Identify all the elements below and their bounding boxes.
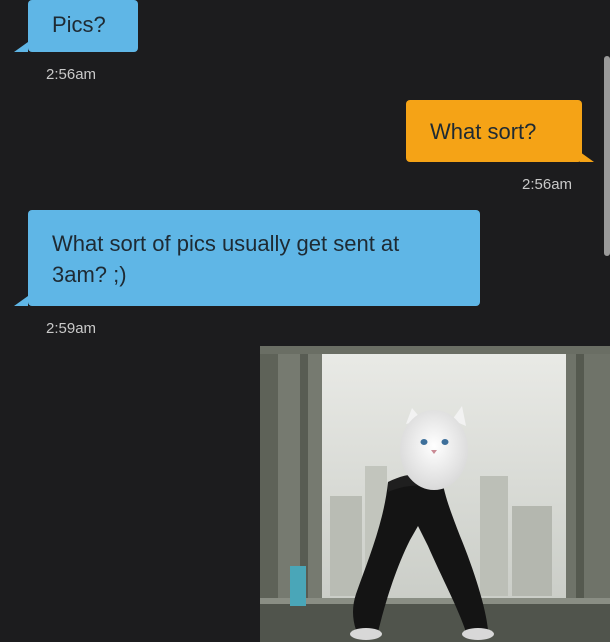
- message-text: What sort?: [430, 119, 537, 144]
- message-timestamp: 2:56am: [522, 176, 573, 193]
- bubble-tail: [14, 42, 28, 52]
- message-text: What sort of pics usually get sent at 3a…: [52, 231, 400, 287]
- message-bubble-outgoing[interactable]: What sort?: [406, 100, 582, 162]
- message-text: Pics?: [52, 12, 106, 37]
- message-bubble-incoming[interactable]: Pics?: [28, 0, 138, 52]
- image-attachment[interactable]: [260, 346, 610, 642]
- bubble-tail: [14, 296, 28, 306]
- message-bubble-incoming[interactable]: What sort of pics usually get sent at 3a…: [28, 210, 480, 306]
- message-timestamp: 2:59am: [46, 320, 97, 337]
- message-timestamp: 2:56am: [46, 66, 97, 83]
- scrollbar[interactable]: [604, 56, 610, 256]
- cat-meme-photo-icon: [260, 346, 610, 642]
- bubble-tail: [580, 152, 594, 162]
